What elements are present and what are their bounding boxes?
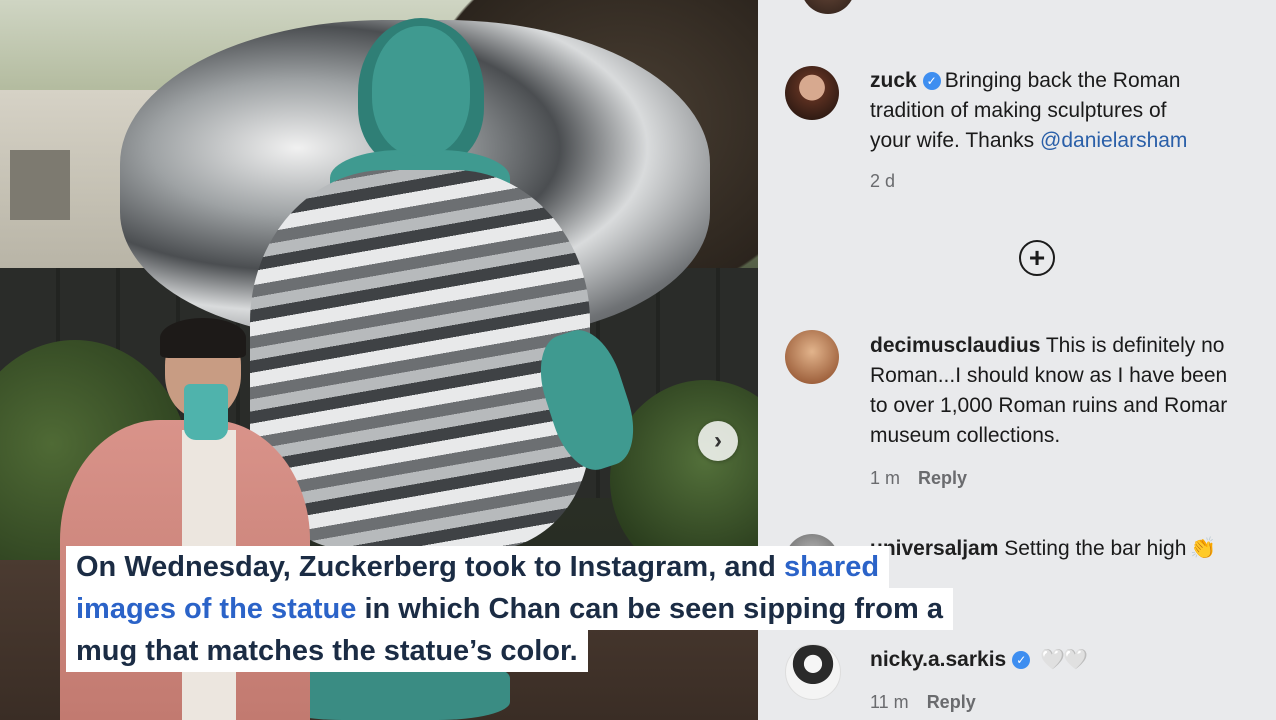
comment-time: 1 m: [870, 468, 901, 488]
verified-badge-icon: ✓: [1012, 651, 1031, 669]
comment-meta: 1 m Reply: [870, 468, 967, 489]
carousel-next-button[interactable]: ›: [698, 421, 738, 461]
comment-text: Roman...I should know as I have been: [870, 364, 1228, 387]
verified-badge-icon: ✓: [922, 72, 941, 90]
comment-text: museum collections.: [870, 424, 1061, 447]
caption-text: On Wednesday, Zuckerberg took to Instagr…: [76, 551, 784, 583]
caption-link[interactable]: images of the statue: [76, 593, 356, 625]
comment-decimusclaudius: decimusclaudius This is definitely no Ro…: [870, 331, 1276, 451]
load-more-comments-button[interactable]: +: [1019, 240, 1055, 276]
avatar[interactable]: [801, 0, 855, 14]
comment-text: your wife. Thanks: [870, 129, 1041, 152]
caption-line-3: mug that matches the statue’s color.: [66, 630, 588, 672]
comment-text: Bringing back the Roman: [944, 69, 1181, 92]
comment-meta: 2 d: [870, 171, 895, 192]
reply-button[interactable]: Reply: [918, 468, 967, 488]
comment-zuck: zuck ✓ Bringing back the Roman tradition o…: [870, 66, 1276, 156]
clap-emoji: 👏: [1190, 537, 1217, 560]
comment-text: to over 1,000 Roman ruins and Romar: [870, 394, 1228, 417]
caption-text: in which Chan can be seen sipping from a: [356, 593, 943, 625]
woman-hair: [160, 318, 246, 358]
comment-text: This is definitely no: [1045, 334, 1225, 357]
chevron-right-icon: ›: [714, 427, 722, 454]
news-caption: On Wednesday, Zuckerberg took to Instagr…: [66, 546, 953, 672]
comment-time: 2 d: [870, 171, 896, 191]
reply-button[interactable]: Reply: [927, 692, 976, 712]
comment-time: 11 m: [870, 692, 909, 712]
plus-circle-icon: +: [1028, 242, 1046, 273]
statue-face: [372, 26, 470, 156]
caption-link[interactable]: shared: [784, 551, 879, 583]
username-decimusclaudius[interactable]: decimusclaudius: [870, 334, 1040, 357]
comment-text: tradition of making sculptures of: [870, 99, 1167, 122]
white-heart-emoji: 🤍🤍: [1040, 649, 1088, 671]
username-zuck[interactable]: zuck: [870, 69, 917, 92]
mention-link[interactable]: @danielarsham: [1040, 129, 1187, 152]
avatar-zuck[interactable]: [785, 66, 839, 120]
photo-house-window: [10, 150, 70, 220]
caption-line-1: On Wednesday, Zuckerberg took to Instagr…: [66, 546, 890, 588]
comment-text: Setting the bar high: [1004, 537, 1187, 560]
avatar-decimusclaudius[interactable]: [785, 330, 839, 384]
teal-mug: [184, 384, 228, 440]
caption-line-2: images of the statue in which Chan can b…: [66, 588, 953, 630]
comment-meta: 11 m Reply: [870, 692, 976, 713]
